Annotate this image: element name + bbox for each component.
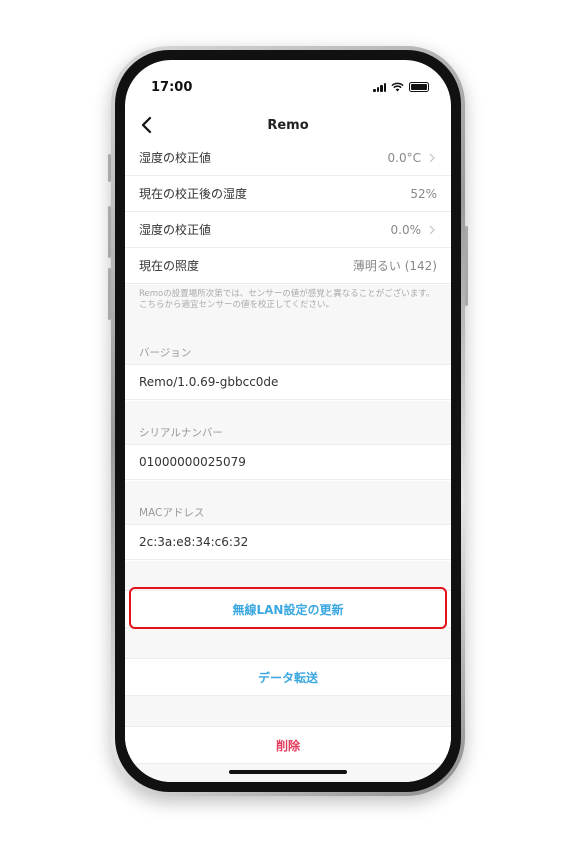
version-row: Remo/1.0.69-gbbcc0de — [125, 364, 451, 400]
row-label: 現在の照度 — [139, 259, 200, 273]
version-value: Remo/1.0.69-gbbcc0de — [139, 375, 279, 389]
settings-row-temperature-calibration[interactable]: 湿度の校正値 0.0°C — [125, 140, 451, 176]
calibration-note: Remoの設置場所次第では、センサーの値が感覚と異なることがございます。こちらか… — [139, 289, 435, 310]
status-icons — [373, 82, 429, 92]
chevron-right-icon — [429, 153, 435, 162]
settings-row-humidity-calibration[interactable]: 湿度の校正値 0.0% — [125, 212, 451, 248]
screen: 17:00 Remo 湿度の校正値 0.0°C 現在の校正後の湿度 52% 湿度… — [125, 60, 451, 782]
data-transfer-button[interactable]: データ転送 — [125, 658, 451, 696]
delete-button[interactable]: 削除 — [125, 726, 451, 764]
row-label: 現在の校正後の湿度 — [139, 187, 248, 201]
row-value: 薄明るい (142) — [352, 259, 437, 273]
page-title: Remo — [267, 118, 309, 133]
version-header: バージョン — [139, 347, 192, 359]
row-value: 52% — [410, 186, 437, 201]
highlight-box — [129, 587, 447, 629]
serial-row: 01000000025079 — [125, 444, 451, 480]
power-button — [465, 226, 468, 306]
mac-header: MACアドレス — [139, 507, 205, 519]
mac-value: 2c:3a:e8:34:c6:32 — [139, 535, 249, 549]
row-value: 0.0% — [390, 222, 422, 237]
volume-down-button — [108, 268, 111, 320]
row-value: 0.0°C — [387, 150, 421, 165]
settings-row-current-humidity: 現在の校正後の湿度 52% — [125, 176, 451, 212]
status-time: 17:00 — [151, 80, 193, 95]
wifi-icon — [391, 82, 404, 92]
cellular-signal-icon — [373, 82, 386, 92]
serial-header: シリアルナンバー — [139, 427, 223, 439]
bezel: 17:00 Remo 湿度の校正値 0.0°C 現在の校正後の湿度 52% 湿度… — [115, 50, 461, 792]
home-indicator[interactable] — [229, 770, 347, 774]
row-label: 湿度の校正値 — [139, 223, 212, 237]
silent-switch — [108, 154, 111, 182]
chevron-right-icon — [429, 225, 435, 234]
battery-icon — [409, 82, 429, 92]
volume-up-button — [108, 206, 111, 258]
row-label: 湿度の校正値 — [139, 151, 212, 165]
serial-value: 01000000025079 — [139, 455, 246, 469]
mac-row: 2c:3a:e8:34:c6:32 — [125, 524, 451, 560]
phone-frame: 17:00 Remo 湿度の校正値 0.0°C 現在の校正後の湿度 52% 湿度… — [108, 46, 468, 796]
status-bar: 17:00 — [125, 60, 451, 104]
settings-row-illuminance: 現在の照度 薄明るい (142) — [125, 248, 451, 284]
